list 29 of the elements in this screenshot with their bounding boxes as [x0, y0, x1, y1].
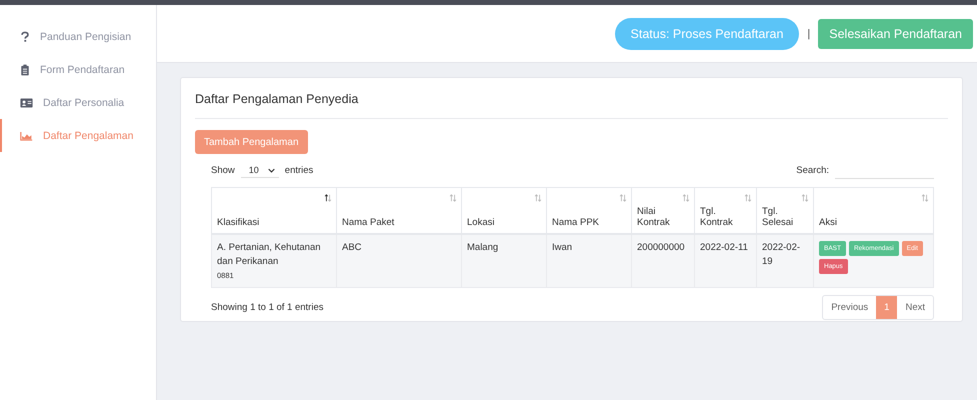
sidebar-item[interactable]: Panduan Pengisian [0, 20, 156, 53]
entries-select[interactable]: 10 [240, 163, 279, 178]
add-experience-button[interactable]: Tambah Pengalaman [195, 130, 308, 154]
sidebar-item[interactable]: Daftar Pengalaman [0, 119, 156, 152]
separator-text: | [807, 28, 810, 40]
table-cell-text: 200000000 [637, 241, 686, 255]
table-cell-text: 2022-02-19 [762, 241, 802, 269]
show-label: Show [211, 165, 235, 176]
table-cell-text: Iwan [552, 241, 574, 255]
table-cell-text: 2022-02-11 [700, 241, 749, 255]
sidebar-item[interactable]: Daftar Personalia [0, 86, 156, 119]
question-icon [20, 30, 30, 42]
status-button[interactable]: Status: Proses Pendaftaran [614, 18, 800, 50]
table-info: Showing 1 to 1 of 1 entries [211, 302, 324, 314]
area-chart-icon [20, 130, 33, 140]
chevron-down-icon [268, 168, 275, 172]
table-cell-text: ABC [342, 241, 363, 255]
card-title: Daftar Pengalaman Penyedia [195, 92, 360, 106]
clipboard-icon [20, 64, 30, 76]
pagination-button[interactable]: Next [897, 296, 933, 320]
finish-registration-button[interactable]: Selesaikan Pendaftaran [818, 18, 973, 48]
id-card-icon [20, 98, 33, 108]
pagination-button[interactable]: Previous [823, 296, 876, 320]
search-label: Search: [796, 165, 829, 176]
table-cell-text: Malang [467, 241, 500, 255]
table-cell-text: A. Pertanian, Kehutanan dan Perikanan [217, 241, 322, 269]
sidebar-item[interactable]: Form Pendaftaran [0, 53, 156, 86]
entries-label: entries [284, 165, 314, 176]
pagination-button[interactable]: 1 [876, 296, 898, 320]
